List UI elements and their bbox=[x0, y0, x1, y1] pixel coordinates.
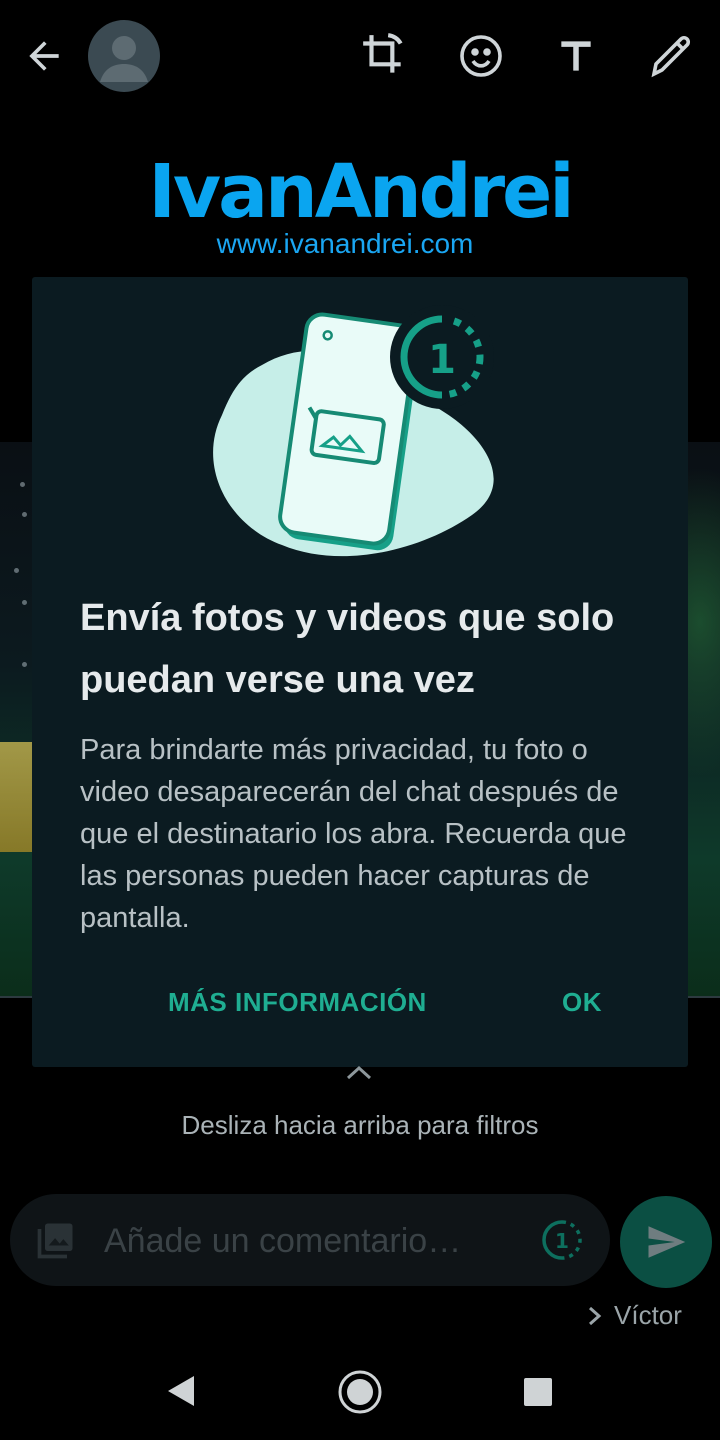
recipient-row[interactable]: Víctor bbox=[586, 1300, 682, 1331]
back-arrow-icon[interactable] bbox=[18, 30, 70, 82]
pencil-icon[interactable] bbox=[644, 28, 700, 84]
text-icon[interactable] bbox=[548, 28, 604, 84]
view-once-dialog: 1 Envía fotos y videos que solo puedan v… bbox=[32, 277, 688, 1067]
illustration-badge-number: 1 bbox=[428, 337, 456, 383]
ok-button[interactable]: OK bbox=[562, 987, 602, 1018]
watermark-url: www.ivanandrei.com bbox=[216, 228, 474, 259]
chevron-up-icon bbox=[344, 1062, 374, 1089]
send-icon bbox=[648, 1226, 686, 1258]
emoji-icon[interactable] bbox=[453, 28, 509, 84]
more-info-button[interactable]: MÁS INFORMACIÓN bbox=[168, 987, 427, 1018]
comment-input[interactable] bbox=[102, 1214, 536, 1268]
nav-recents-icon[interactable] bbox=[514, 1368, 562, 1416]
watermark-logo: IvanAndrei bbox=[148, 149, 574, 235]
view-once-toggle-icon[interactable]: 1 bbox=[540, 1218, 584, 1267]
avatar[interactable] bbox=[88, 20, 160, 92]
dialog-body: Para brindarte más privacidad, tu foto o… bbox=[80, 734, 627, 934]
nav-home-icon[interactable] bbox=[334, 1366, 386, 1418]
send-button[interactable] bbox=[620, 1196, 712, 1288]
gallery-icon[interactable] bbox=[34, 1218, 78, 1267]
comment-bar: 1 bbox=[10, 1194, 610, 1286]
dialog-title: Envía fotos y videos que solo puedan ver… bbox=[80, 597, 615, 701]
view-once-illustration: 1 bbox=[213, 305, 494, 557]
nav-back-icon[interactable] bbox=[156, 1366, 206, 1416]
swipe-filters-hint: Desliza hacia arriba para filtros bbox=[181, 1110, 539, 1140]
crop-rotate-icon[interactable] bbox=[356, 28, 412, 84]
recipient-name: Víctor bbox=[614, 1300, 682, 1330]
view-once-badge-number: 1 bbox=[555, 1229, 569, 1253]
chevron-right-icon bbox=[589, 1306, 602, 1325]
